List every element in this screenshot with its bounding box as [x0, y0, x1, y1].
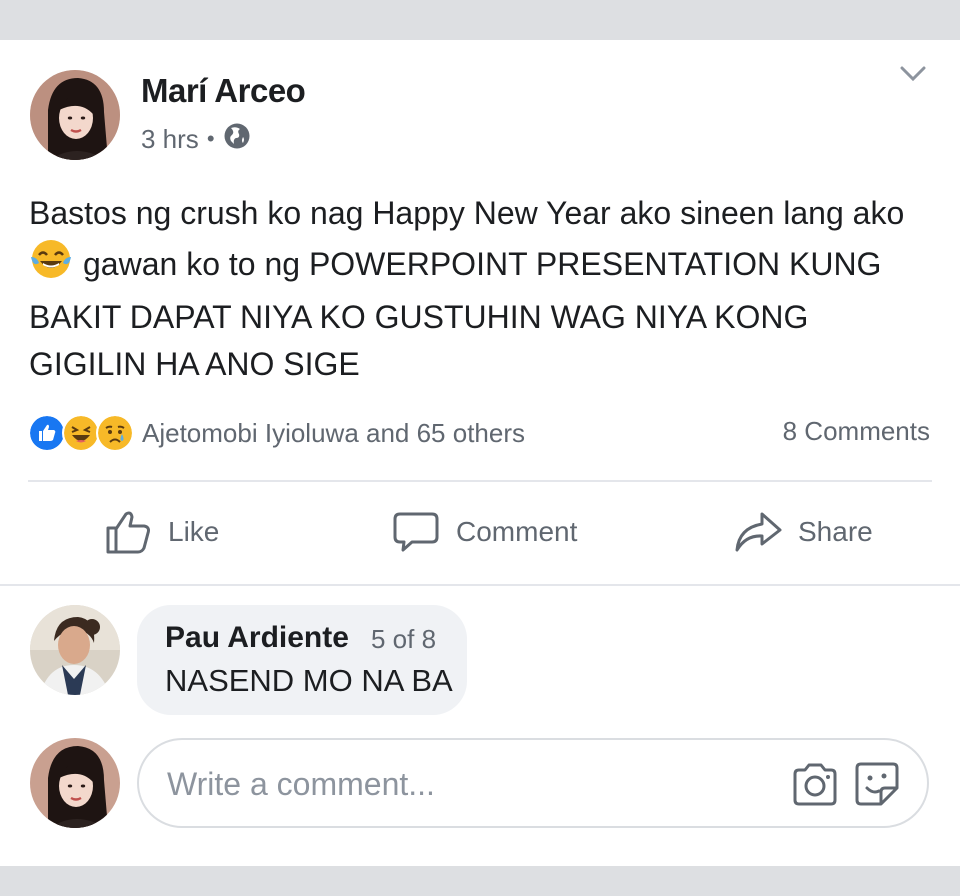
like-button[interactable]: Like [104, 508, 219, 556]
post-options-chevron-icon[interactable] [900, 66, 926, 87]
reaction-summary[interactable]: Ajetomobi Iyioluwa and 65 others [142, 418, 525, 449]
like-label: Like [168, 516, 220, 547]
comment-position: 5 of 8 [371, 624, 437, 654]
post-card: Marí Arceo 3 hrs • Bastos ng crush ko na… [0, 40, 960, 866]
meta-separator: • [206, 126, 215, 151]
author-name[interactable]: Marí Arceo [141, 72, 306, 110]
comment-bubble[interactable]: Pau Ardiente 5 of 8 NASEND MO NA BA [137, 605, 467, 715]
share-button[interactable]: Share [734, 508, 873, 556]
divider [0, 584, 960, 586]
comment-count[interactable]: 8 Comments [783, 416, 930, 447]
sad-reaction-icon [96, 414, 134, 452]
share-label: Share [798, 516, 873, 547]
post-time[interactable]: 3 hrs [141, 124, 199, 155]
haha-reaction-icon [62, 414, 100, 452]
share-arrow-icon [735, 512, 782, 552]
camera-icon[interactable] [791, 762, 839, 811]
post-actions: Like Comment Share [0, 500, 960, 570]
reactions-row[interactable]: Ajetomobi Iyioluwa and 65 others [28, 414, 525, 452]
comment-button[interactable]: Comment [392, 508, 577, 556]
sticker-icon[interactable] [853, 760, 901, 813]
divider [28, 480, 932, 482]
thumbs-up-icon [106, 511, 150, 554]
current-user-avatar[interactable] [30, 738, 120, 828]
commenter-name[interactable]: Pau Ardiente [165, 621, 349, 655]
comment-text: NASEND MO NA BA [165, 663, 453, 698]
post-text-part2: gawan ko to ng POWERPOINT PRESENTATION K… [29, 246, 882, 382]
comment-input[interactable] [165, 758, 769, 810]
tears-of-joy-emoji-icon [29, 237, 73, 294]
globe-icon[interactable] [223, 122, 251, 157]
comment-label: Comment [456, 516, 578, 547]
post-text-part1: Bastos ng crush ko nag Happy New Year ak… [29, 195, 905, 231]
commenter-avatar[interactable] [30, 605, 120, 695]
post-meta: 3 hrs • [141, 122, 251, 157]
like-reaction-icon [28, 414, 66, 452]
post-text: Bastos ng crush ko nag Happy New Year ak… [29, 190, 929, 388]
author-avatar[interactable] [30, 70, 120, 160]
comment-composer[interactable] [137, 738, 929, 828]
comment-bubble-icon [393, 512, 439, 552]
